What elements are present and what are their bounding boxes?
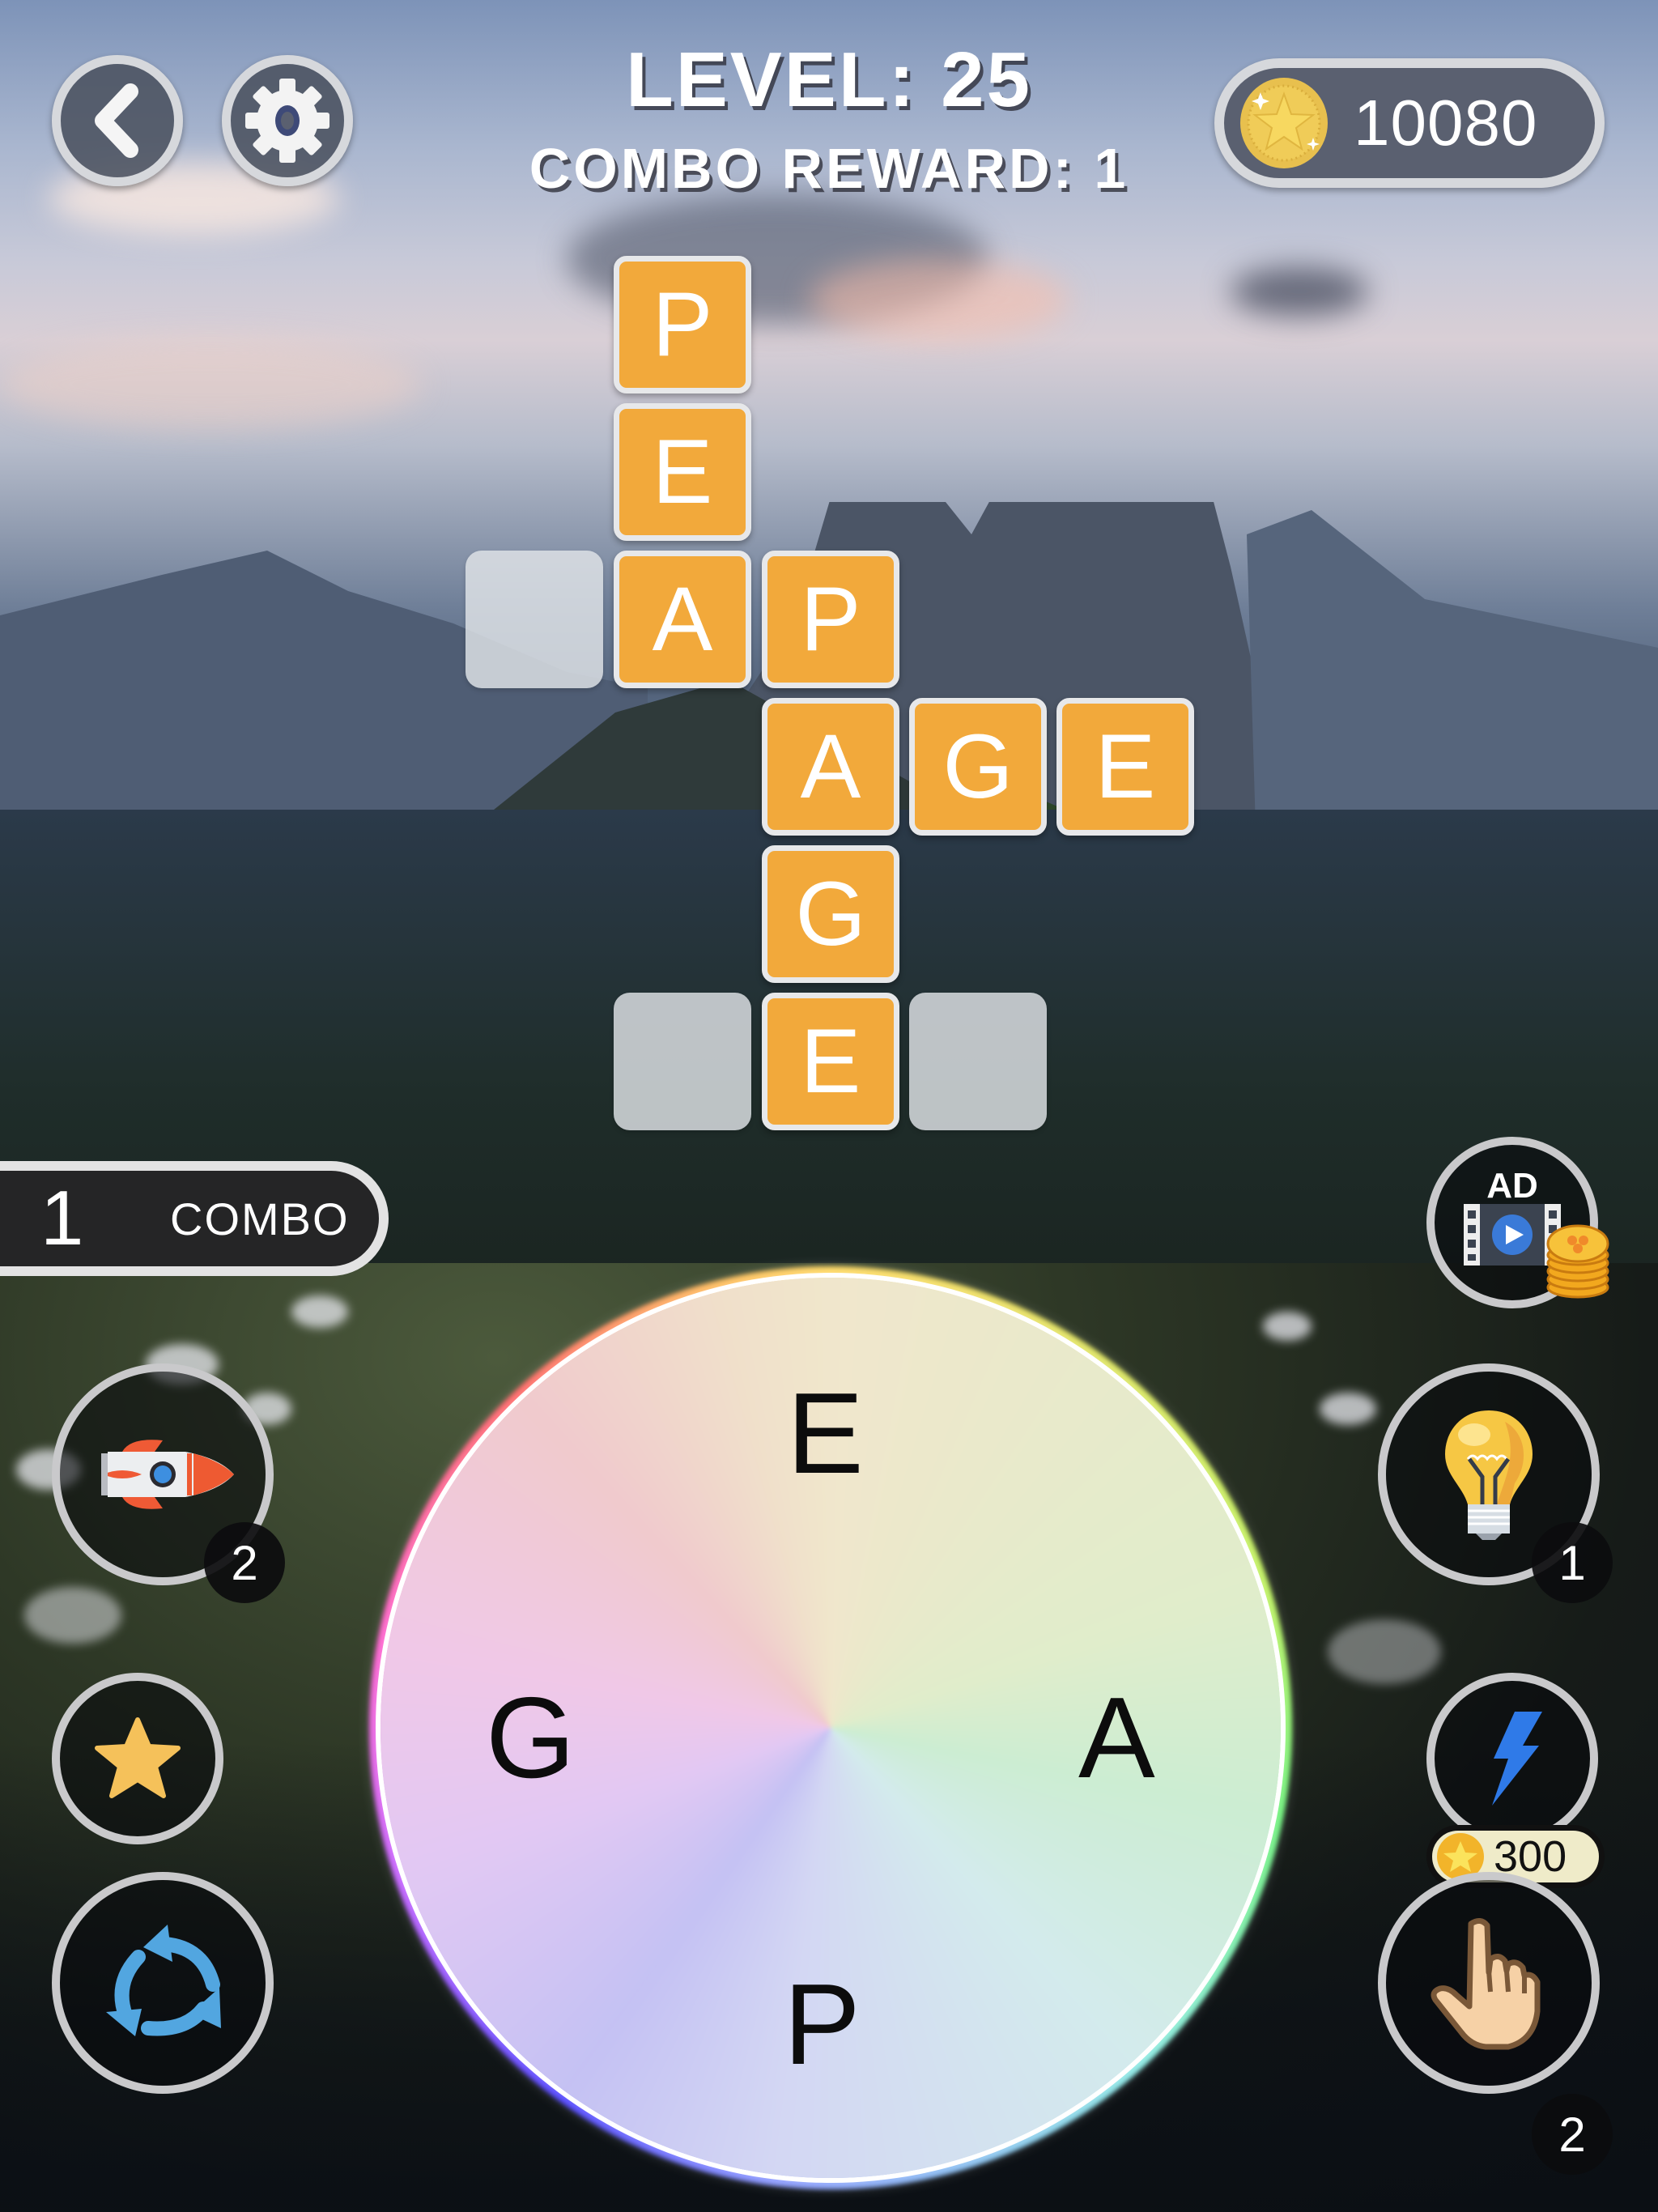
- flower: [1328, 1619, 1441, 1684]
- grid-cell-letter: P: [652, 274, 713, 375]
- combo-count: 1: [40, 1175, 84, 1261]
- rocket-icon: [101, 1440, 234, 1509]
- grid-cell-letter: G: [795, 863, 866, 964]
- flower: [1320, 1393, 1376, 1425]
- cloud: [810, 259, 1069, 340]
- finger-count-badge: 2: [1532, 2094, 1613, 2175]
- grid-cell-letter: E: [1095, 716, 1156, 817]
- grid-cell-letter: A: [652, 568, 713, 670]
- shuffle-button[interactable]: [52, 1872, 274, 2094]
- grid-cell-filled: P: [762, 551, 899, 688]
- pointing-finger-icon: [1431, 1918, 1541, 2050]
- grid-cell-filled: A: [762, 698, 899, 836]
- wheel-letter[interactable]: A: [1078, 1681, 1155, 1796]
- lightning-icon: [1492, 1712, 1542, 1806]
- rocket-count-badge: 2: [204, 1522, 285, 1603]
- grid-cell-empty: [466, 551, 603, 688]
- coin-count: 10080: [1354, 87, 1538, 159]
- hint-count-badge: 1: [1532, 1522, 1613, 1603]
- grid-cell-letter: E: [800, 1010, 861, 1112]
- flower: [291, 1295, 348, 1328]
- grid-cell-filled: G: [762, 845, 899, 983]
- star-icon: [95, 1717, 181, 1798]
- wheel-letter[interactable]: E: [787, 1376, 864, 1491]
- grid-cell-letter: E: [652, 421, 713, 522]
- grid-cell-filled: E: [1056, 698, 1194, 836]
- grid-cell-filled: G: [909, 698, 1047, 836]
- lightning-booster-button[interactable]: [1426, 1673, 1598, 1844]
- wheel-letter[interactable]: P: [784, 1967, 861, 2082]
- combo-label: COMBO: [170, 1193, 350, 1244]
- ad-label: AD: [1486, 1166, 1538, 1206]
- flower: [24, 1587, 121, 1644]
- combo-counter: 1 COMBO: [0, 1161, 389, 1276]
- grid-cell-letter: G: [942, 716, 1014, 817]
- coin-icon: [1240, 78, 1328, 168]
- wheel-letter[interactable]: G: [486, 1681, 575, 1796]
- cloud: [0, 340, 421, 429]
- flower: [1263, 1312, 1312, 1341]
- coin-stack-icon: [1546, 1224, 1609, 1299]
- coin-balance[interactable]: 10080: [1214, 58, 1605, 188]
- grid-cell-filled: E: [614, 403, 751, 541]
- grid-cell-empty: [614, 993, 751, 1130]
- grid-cell-filled: E: [762, 993, 899, 1130]
- favorite-star-button[interactable]: [52, 1673, 223, 1844]
- cloud: [1231, 267, 1368, 316]
- finger-booster-button[interactable]: [1378, 1872, 1600, 2094]
- grid-cell-empty: [909, 993, 1047, 1130]
- lightbulb-icon: [1445, 1410, 1533, 1540]
- grid-cell-filled: A: [614, 551, 751, 688]
- grid-cell-letter: A: [800, 716, 861, 817]
- grid-cell-filled: P: [614, 256, 751, 393]
- shuffle-icon: [106, 1925, 221, 2036]
- grid-cell-letter: P: [800, 568, 861, 670]
